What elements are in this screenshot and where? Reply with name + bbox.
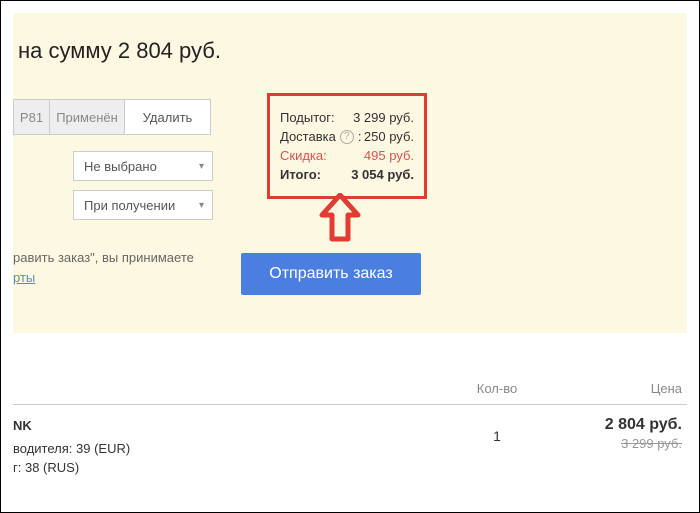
discount-label: Скидка: bbox=[280, 148, 327, 163]
delivery-select[interactable]: Не выбрано ▾ bbox=[73, 151, 213, 181]
delivery-select-value: Не выбрано bbox=[84, 159, 157, 174]
item-price: 2 804 руб. 3 299 руб. bbox=[557, 416, 687, 451]
shipping-label: Доставка ? : bbox=[280, 129, 361, 144]
summary-shipping-row: Доставка ? : 250 руб. bbox=[280, 129, 414, 144]
payment-select[interactable]: При получении ▾ bbox=[73, 190, 213, 220]
shipping-value: 250 руб. bbox=[364, 129, 414, 144]
total-value: 3 054 руб. bbox=[351, 167, 414, 182]
promo-code-value: Р81 bbox=[14, 100, 50, 134]
chevron-down-icon: ▾ bbox=[199, 161, 204, 172]
payment-select-value: При получении bbox=[84, 198, 175, 213]
chevron-down-icon: ▾ bbox=[199, 200, 204, 211]
submit-order-button[interactable]: Отправить заказ bbox=[241, 253, 421, 295]
item-price-current: 2 804 руб. bbox=[557, 416, 682, 434]
discount-value: 495 руб. bbox=[364, 148, 414, 163]
arrow-up-icon bbox=[318, 193, 362, 245]
terms-line: равить заказ", вы принимаете bbox=[13, 250, 194, 265]
subtotal-value: 3 299 руб. bbox=[353, 110, 414, 125]
item-qty: 1 bbox=[437, 416, 557, 444]
item-name: NK bbox=[13, 416, 437, 436]
subtotal-label: Подытог: bbox=[280, 110, 335, 125]
promo-delete-button[interactable]: Удалить bbox=[125, 100, 210, 134]
terms-text: равить заказ", вы принимаете рты bbox=[13, 248, 194, 287]
total-label: Итого: bbox=[280, 167, 321, 182]
terms-link[interactable]: рты bbox=[13, 270, 35, 285]
item-info: NK водителя: 39 (EUR) г: 38 (RUS) bbox=[13, 416, 437, 478]
cart-item-row: NK водителя: 39 (EUR) г: 38 (RUS) 1 2 80… bbox=[13, 416, 687, 478]
promo-applied-status: Применён bbox=[50, 100, 125, 134]
item-price-old: 3 299 руб. bbox=[557, 436, 682, 451]
summary-discount-row: Скидка: 495 руб. bbox=[280, 148, 414, 163]
order-summary-box: Подытог: 3 299 руб. Доставка ? : 250 руб… bbox=[267, 93, 427, 199]
item-spec-1: водителя: 39 (EUR) bbox=[13, 439, 437, 459]
item-spec-2: г: 38 (RUS) bbox=[13, 458, 437, 478]
order-total-title: на сумму 2 804 руб. bbox=[18, 38, 221, 64]
summary-total-row: Итого: 3 054 руб. bbox=[280, 167, 414, 182]
col-qty-header: Кол-во bbox=[437, 381, 557, 396]
promo-code-row: Р81 Применён Удалить bbox=[13, 99, 211, 135]
summary-subtotal-row: Подытог: 3 299 руб. bbox=[280, 110, 414, 125]
page-frame: на сумму 2 804 руб. Р81 Применён Удалить… bbox=[0, 0, 700, 513]
help-icon[interactable]: ? bbox=[340, 130, 354, 144]
col-product bbox=[13, 381, 437, 396]
checkout-panel: на сумму 2 804 руб. Р81 Применён Удалить… bbox=[13, 13, 687, 333]
col-price-header: Цена bbox=[557, 381, 687, 396]
cart-table-header: Кол-во Цена bbox=[13, 381, 687, 405]
